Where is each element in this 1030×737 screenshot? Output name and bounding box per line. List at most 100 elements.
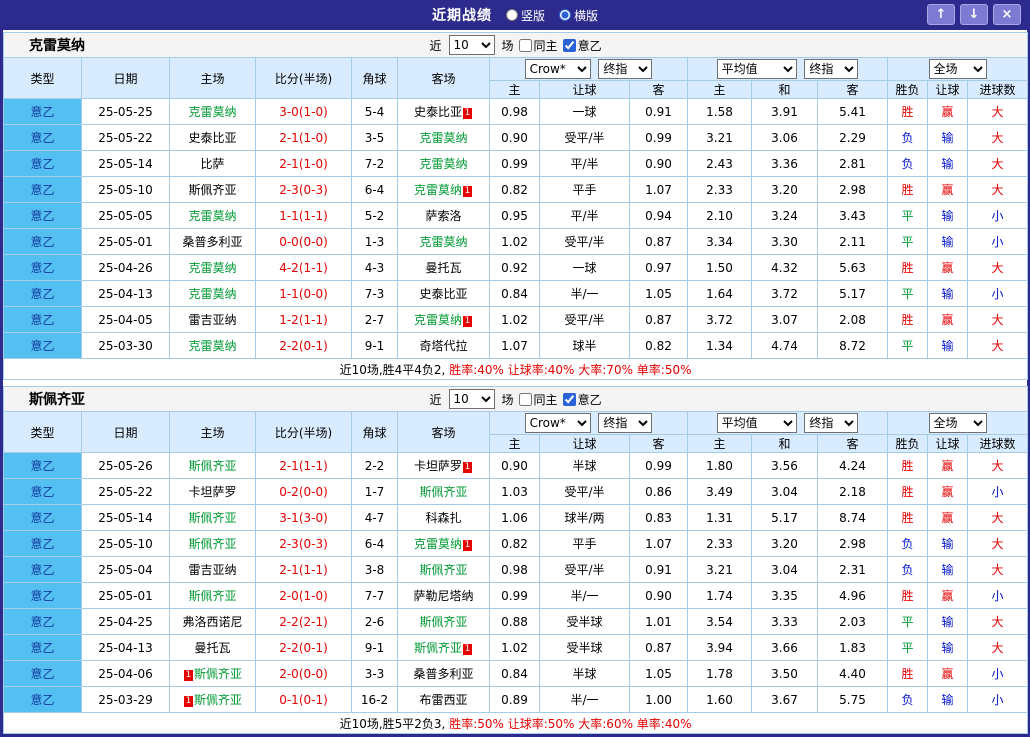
column-header-row-top: 类型 日期 主场 比分(半场) 角球 客场 Crow* 终指 平均值 终指	[4, 412, 1028, 435]
fulltime-select[interactable]: 全场	[929, 59, 987, 79]
bookmaker-select[interactable]: Crow*	[525, 59, 591, 79]
handicap-result-cell: 赢	[928, 479, 968, 505]
odds-home-cell: 0.82	[490, 531, 540, 557]
home-team-name: 斯佩齐亚	[188, 589, 236, 603]
rank-badge: 1	[463, 108, 472, 119]
goals-result-cell: 小	[968, 661, 1028, 687]
away-team-name: 斯佩齐亚	[414, 641, 462, 655]
results-table: 克雷莫纳 近 10 场 同主 意乙	[3, 32, 1028, 380]
layout-option-vertical[interactable]: 竖版	[506, 7, 545, 24]
layout-option-horizontal[interactable]: 横版	[559, 7, 598, 24]
home-team-cell: 曼托瓦	[170, 635, 256, 661]
same-home-checkbox[interactable]	[519, 39, 532, 52]
odds-stage-select[interactable]: 终指	[598, 413, 652, 433]
date-cell: 25-05-10	[82, 531, 170, 557]
team-header-row: 斯佩齐亚 近 10 场 同主 意乙	[4, 387, 1028, 412]
away-team-cell: 曼托瓦	[398, 255, 490, 281]
same-home-checkbox[interactable]	[519, 393, 532, 406]
home-team-name: 克雷莫纳	[188, 209, 236, 223]
home-team-name: 克雷莫纳	[188, 287, 236, 301]
same-home-filter[interactable]: 同主	[519, 37, 558, 54]
score-cell: 2-1(1-1)	[256, 453, 352, 479]
avg-stage-select[interactable]: 终指	[804, 59, 858, 79]
date-cell: 25-04-05	[82, 307, 170, 333]
scroll-up-button[interactable]: ↑	[927, 4, 955, 25]
odds-away-cell: 0.87	[630, 635, 688, 661]
up-arrow-icon: ↑	[936, 7, 947, 22]
goals-result-cell: 大	[968, 609, 1028, 635]
league-cell: 意乙	[4, 333, 82, 359]
handicap-result-cell: 赢	[928, 99, 968, 125]
col-header-avg-away: 客	[818, 435, 888, 453]
league-checkbox[interactable]	[563, 39, 576, 52]
goals-result-cell: 小	[968, 583, 1028, 609]
handicap-cell: 平手	[540, 177, 630, 203]
odds-away-cell: 0.91	[630, 99, 688, 125]
date-cell: 25-05-04	[82, 557, 170, 583]
league-filter[interactable]: 意乙	[563, 37, 602, 54]
avg-stage-select[interactable]: 终指	[804, 413, 858, 433]
date-cell: 25-05-14	[82, 151, 170, 177]
home-team-name: 弗洛西诺尼	[182, 615, 242, 629]
odds-home-cell: 1.03	[490, 479, 540, 505]
avg-draw-cell: 5.17	[752, 505, 818, 531]
away-team-name: 萨索洛	[425, 209, 461, 223]
col-header-odds-line: 让球	[540, 435, 630, 453]
avg-away-cell: 1.83	[818, 635, 888, 661]
league-cell: 意乙	[4, 307, 82, 333]
same-home-filter[interactable]: 同主	[519, 391, 558, 408]
average-select[interactable]: 平均值	[717, 413, 797, 433]
same-home-label: 同主	[534, 391, 558, 408]
handicap-result-cell: 赢	[928, 583, 968, 609]
odds-home-cell: 1.02	[490, 307, 540, 333]
recent-results-panel: 近期战绩 竖版 横版 ↑ ↓ ×	[0, 0, 1030, 737]
wdl-result-cell: 负	[888, 531, 928, 557]
league-filter[interactable]: 意乙	[563, 391, 602, 408]
away-team-cell: 斯佩齐亚1	[398, 635, 490, 661]
league-cell: 意乙	[4, 609, 82, 635]
home-team-name: 桑普多利亚	[182, 235, 242, 249]
horizontal-layout-radio[interactable]	[559, 9, 571, 21]
odds-away-cell: 0.99	[630, 125, 688, 151]
odds-away-cell: 0.82	[630, 333, 688, 359]
wdl-result-cell: 胜	[888, 479, 928, 505]
avg-home-cell: 3.94	[688, 635, 752, 661]
matches-label: 场	[502, 37, 514, 54]
handicap-cell: 受平/半	[540, 307, 630, 333]
away-team-name: 斯佩齐亚	[419, 563, 467, 577]
avg-away-cell: 2.11	[818, 229, 888, 255]
summary-record: 近10场,胜5平2负3,	[340, 717, 446, 731]
odds-away-cell: 0.97	[630, 255, 688, 281]
score-cell: 1-1(1-1)	[256, 203, 352, 229]
date-cell: 25-05-22	[82, 125, 170, 151]
fulltime-select[interactable]: 全场	[929, 413, 987, 433]
match-count-select[interactable]: 10	[449, 35, 495, 55]
league-checkbox[interactable]	[563, 393, 576, 406]
league-cell: 意乙	[4, 229, 82, 255]
odds-away-cell: 0.90	[630, 583, 688, 609]
handicap-cell: 受平/半	[540, 479, 630, 505]
match-count-select[interactable]: 10	[449, 389, 495, 409]
away-team-name: 奇塔代拉	[419, 339, 467, 353]
col-header-avg-draw: 和	[752, 435, 818, 453]
handicap-result-cell: 输	[928, 151, 968, 177]
away-team-name: 布雷西亚	[419, 693, 467, 707]
home-team-cell: 克雷莫纳	[170, 333, 256, 359]
handicap-result-cell: 输	[928, 609, 968, 635]
bookmaker-select[interactable]: Crow*	[525, 413, 591, 433]
home-team-cell: 史泰比亚	[170, 125, 256, 151]
avg-home-cell: 2.43	[688, 151, 752, 177]
scroll-down-button[interactable]: ↓	[960, 4, 988, 25]
home-team-name: 克雷莫纳	[188, 339, 236, 353]
vertical-layout-radio[interactable]	[506, 9, 518, 21]
goals-result-cell: 大	[968, 557, 1028, 583]
col-header-home: 主场	[170, 58, 256, 99]
home-team-cell: 比萨	[170, 151, 256, 177]
date-cell: 25-05-01	[82, 583, 170, 609]
odds-stage-select[interactable]: 终指	[598, 59, 652, 79]
close-button[interactable]: ×	[993, 4, 1021, 25]
average-select[interactable]: 平均值	[717, 59, 797, 79]
corners-cell: 4-3	[352, 255, 398, 281]
goals-result-cell: 大	[968, 531, 1028, 557]
bookmaker-odds-group: Crow* 终指	[490, 58, 688, 81]
